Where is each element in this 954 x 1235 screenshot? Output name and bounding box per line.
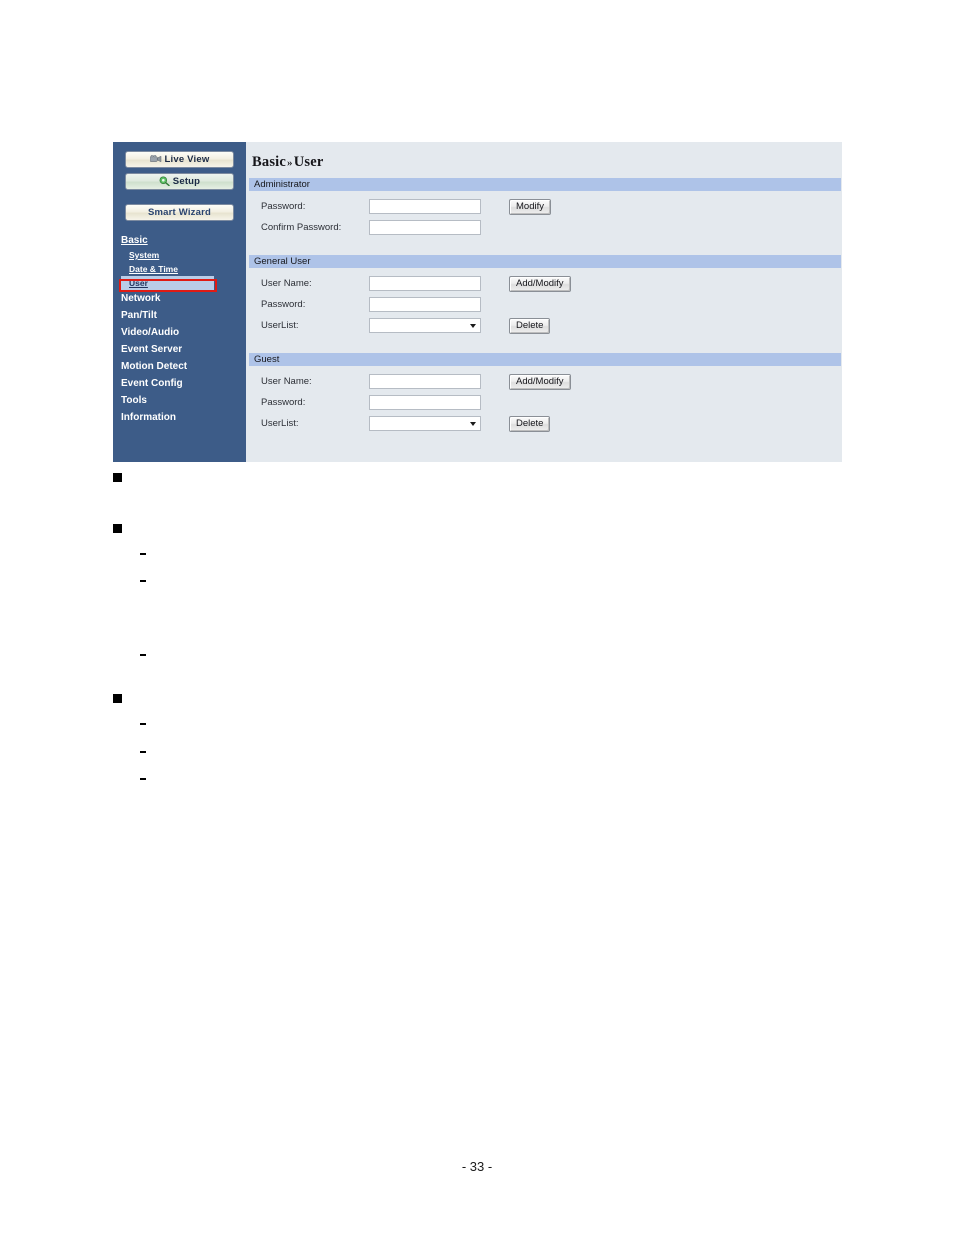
content-panel: Basic»User Administrator Password: Modif… [246, 142, 842, 462]
admin-modify-button[interactable]: Modify [509, 198, 551, 215]
sidebar-item-network[interactable]: Network [121, 290, 246, 307]
spacer-general-user [249, 336, 842, 353]
square-bullet-icon [113, 694, 122, 703]
sidebar-item-event-server[interactable]: Event Server [121, 341, 246, 358]
video-camera-icon [149, 155, 162, 163]
field-row-guest-userlist: UserList: Delete [249, 413, 842, 434]
field-row-guest-username: User Name: Add/Modify [249, 371, 842, 392]
section-header-administrator: Administrator [249, 178, 841, 191]
camera-web-ui-screenshot: Live View Setup Smart Wizard Basic Syste… [113, 142, 842, 462]
field-row-general-password: Password: [249, 294, 842, 315]
admin-confirm-password-input[interactable] [369, 220, 481, 235]
section-header-general-user: General User [249, 255, 841, 268]
field-row-admin-password: Password: Modify [249, 196, 842, 217]
general-delete-button[interactable]: Delete [509, 317, 551, 334]
dash-bullet-icon [140, 553, 146, 555]
field-row-general-username: User Name: Add/Modify [249, 273, 842, 294]
breadcrumb-root[interactable]: Basic [252, 154, 286, 170]
dash-bullet-icon [140, 654, 146, 656]
sidebar-item-basic[interactable]: Basic [121, 233, 246, 248]
dash-bullet-icon [140, 723, 146, 725]
sidebar-item-date-time[interactable]: Date & Time [121, 262, 246, 276]
dash-bullet-icon [140, 580, 146, 582]
dash-bullet-icon [140, 778, 146, 780]
spacer-administrator [249, 238, 842, 255]
sidebar-item-video-audio[interactable]: Video/Audio [121, 324, 246, 341]
section-body-general-user: User Name: Add/Modify Password: UserList… [246, 268, 842, 353]
sidebar-item-tools[interactable]: Tools [121, 392, 246, 409]
chevron-down-icon [470, 422, 476, 426]
chevron-down-icon [470, 324, 476, 328]
breadcrumb-separator: » [287, 157, 293, 169]
live-view-label: Live View [164, 154, 210, 165]
setup-label: Setup [172, 176, 201, 187]
sidebar-item-motion-detect[interactable]: Motion Detect [121, 358, 246, 375]
sidebar-item-system[interactable]: System [121, 248, 246, 262]
guest-userlist-select[interactable] [369, 416, 481, 431]
guest-password-input[interactable] [369, 395, 481, 410]
sidebar-item-user[interactable]: User [121, 276, 214, 290]
field-row-admin-confirm-password: Confirm Password: [249, 217, 842, 238]
sidebar-item-information[interactable]: Information [121, 409, 246, 426]
label-general-username: User Name: [261, 278, 312, 289]
section-header-guest: Guest [249, 353, 841, 366]
admin-password-input[interactable] [369, 199, 481, 214]
label-general-password: Password: [261, 299, 306, 310]
sidebar-item-event-config[interactable]: Event Config [121, 375, 246, 392]
smart-wizard-button[interactable]: Smart Wizard [125, 204, 234, 221]
label-guest-password: Password: [261, 397, 306, 408]
live-view-button[interactable]: Live View [125, 151, 234, 168]
guest-add-modify-button[interactable]: Add/Modify [509, 373, 571, 390]
label-admin-password: Password: [261, 201, 306, 212]
guest-username-input[interactable] [369, 374, 481, 389]
general-userlist-select[interactable] [369, 318, 481, 333]
sidebar-nav-list: Basic System Date & Time User Network Pa… [113, 233, 246, 426]
label-guest-username: User Name: [261, 376, 312, 387]
label-admin-confirm-password: Confirm Password: [261, 222, 342, 233]
smart-wizard-label: Smart Wizard [147, 207, 212, 218]
square-bullet-icon [113, 473, 122, 482]
general-password-input[interactable] [369, 297, 481, 312]
general-add-modify-button[interactable]: Add/Modify [509, 275, 571, 292]
field-row-general-userlist: UserList: Delete [249, 315, 842, 336]
sidebar-item-pan-tilt[interactable]: Pan/Tilt [121, 307, 246, 324]
page-number: - 33 - [461, 1159, 493, 1174]
square-bullet-icon [113, 524, 122, 533]
label-general-userlist: UserList: [261, 320, 299, 331]
dash-bullet-icon [140, 751, 146, 753]
setup-magnifier-icon [159, 176, 170, 186]
field-row-guest-password: Password: [249, 392, 842, 413]
label-guest-userlist: UserList: [261, 418, 299, 429]
breadcrumb: Basic»User [246, 142, 842, 178]
general-username-input[interactable] [369, 276, 481, 291]
setup-button[interactable]: Setup [125, 173, 234, 190]
section-body-guest: User Name: Add/Modify Password: UserList… [246, 366, 842, 434]
sidebar: Live View Setup Smart Wizard Basic Syste… [113, 142, 246, 462]
breadcrumb-current: User [293, 154, 324, 170]
section-body-administrator: Password: Modify Confirm Password: [246, 191, 842, 255]
guest-delete-button[interactable]: Delete [509, 415, 551, 432]
